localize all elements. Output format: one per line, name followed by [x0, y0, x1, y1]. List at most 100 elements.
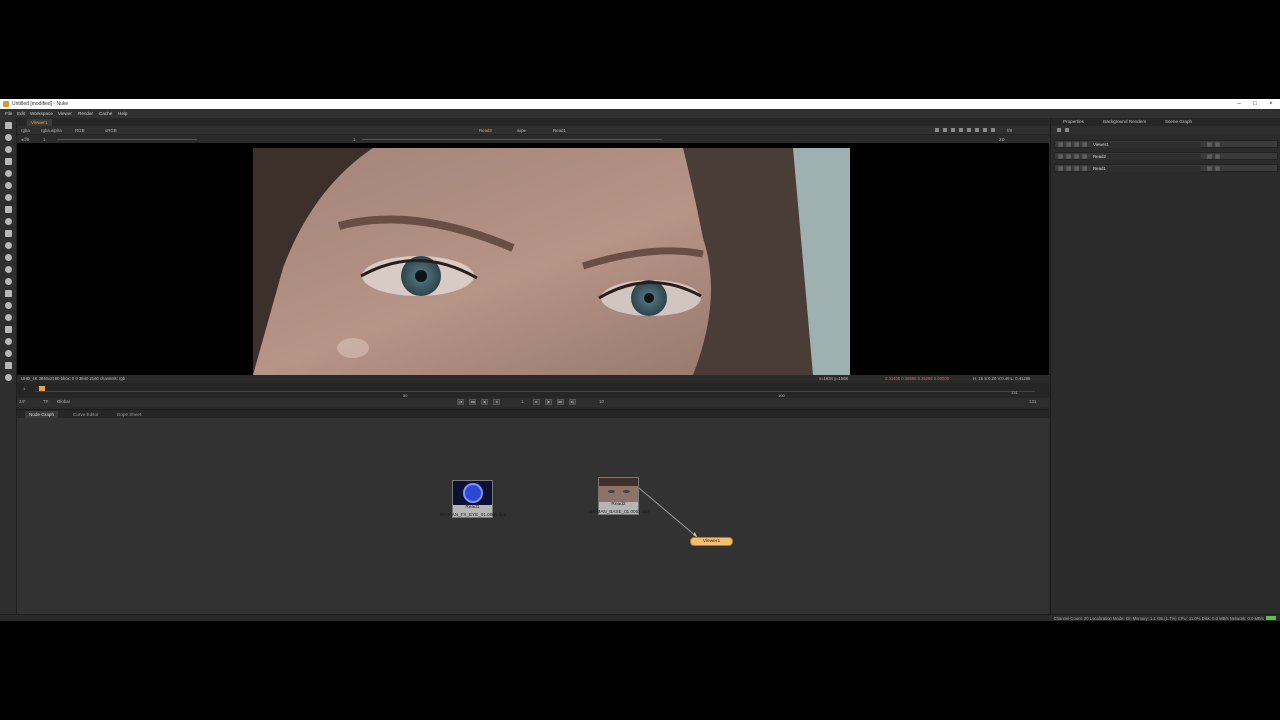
views-tool-icon[interactable] [5, 242, 12, 249]
tab-node-graph[interactable]: Node Graph [25, 411, 59, 418]
mask-icon[interactable] [959, 128, 963, 132]
input-b-select[interactable]: Read1 [553, 128, 566, 133]
tf-select[interactable]: TF [43, 399, 48, 404]
frame-step[interactable]: 10 [599, 399, 604, 404]
tab-properties[interactable]: Properties [1063, 119, 1084, 124]
gain-value[interactable]: 1 [43, 137, 45, 142]
range-select[interactable]: Global [57, 399, 70, 404]
last-frame-button[interactable]: ▸| [569, 399, 576, 405]
menu-file[interactable]: File [5, 111, 12, 116]
play-backward-button[interactable]: ◂ [493, 399, 500, 405]
help-icon[interactable] [1207, 142, 1212, 147]
3d-tool-icon[interactable] [5, 230, 12, 237]
gain-slider[interactable] [57, 139, 197, 140]
help-icon[interactable] [1207, 154, 1212, 159]
cara-tool-icon[interactable] [5, 350, 12, 357]
refresh-icon[interactable] [983, 128, 987, 132]
menu-edit[interactable]: Edit [17, 111, 25, 116]
node-graph[interactable]: Read1 WOMAN_FX_EYE_01.0001.dpx Read2 WOM… [17, 418, 1049, 614]
color-tool-icon[interactable] [5, 170, 12, 177]
other-tool-icon[interactable] [5, 278, 12, 285]
view-mode-select[interactable]: 2D [999, 137, 1005, 142]
node-color-icon[interactable] [1066, 166, 1071, 171]
properties-panel-viewer1[interactable]: Viewer1 [1054, 140, 1278, 148]
grid-icon[interactable] [967, 128, 971, 132]
input-a-select[interactable]: Read2 [479, 128, 492, 133]
channels-select[interactable]: rgba [21, 128, 30, 133]
playhead[interactable] [39, 386, 45, 391]
menu-help[interactable]: Help [118, 111, 127, 116]
transform-tool-icon[interactable] [5, 218, 12, 225]
keyer-tool-icon[interactable] [5, 194, 12, 201]
image-tool-icon[interactable] [5, 122, 12, 129]
properties-panel-read1[interactable]: Read1 [1054, 164, 1278, 172]
next-frame-button[interactable]: |▸ [545, 399, 552, 405]
tab-dope-sheet[interactable]: Dope Sheet [113, 411, 145, 418]
airmanager-tool-icon[interactable] [5, 338, 12, 345]
out-frame[interactable]: 131 [1029, 399, 1036, 404]
particles-tool-icon[interactable] [5, 314, 12, 321]
gamma-slider[interactable] [362, 139, 662, 140]
prev-frame-button[interactable]: ◂| [481, 399, 488, 405]
menu-render[interactable]: Render [78, 111, 93, 116]
collapse-icon[interactable] [1058, 142, 1063, 147]
furnace-tool-icon[interactable] [5, 290, 12, 297]
channel-tool-icon[interactable] [5, 158, 12, 165]
node-color-icon[interactable] [1066, 154, 1071, 159]
tab-viewer1[interactable]: Viewer1 [27, 119, 52, 126]
close-button[interactable]: × [1266, 100, 1276, 108]
collapse-icon[interactable] [1058, 154, 1063, 159]
next-keyframe-button[interactable]: ▸▸ [557, 399, 564, 405]
center-icon[interactable] [1215, 166, 1220, 171]
minimize-button[interactable]: – [1234, 100, 1244, 108]
node-name-field[interactable]: Read1 [1091, 166, 1201, 172]
time-tool-icon[interactable] [5, 146, 12, 153]
gamma-value[interactable]: 1 [353, 137, 355, 142]
properties-panel-read2[interactable]: Read2 [1054, 152, 1278, 160]
collapse-icon[interactable] [1058, 166, 1063, 171]
max-panels-icon[interactable] [1057, 128, 1061, 132]
clip-icon[interactable] [943, 128, 947, 132]
current-frame[interactable]: 1 [521, 399, 523, 404]
lock-icon[interactable] [975, 128, 979, 132]
overlay-icon[interactable] [951, 128, 955, 132]
menu-workspace[interactable]: Workspace [30, 111, 53, 116]
center-icon[interactable] [1215, 142, 1220, 147]
help-icon[interactable] [1207, 166, 1212, 171]
center-icon[interactable] [1215, 154, 1220, 159]
menu-cache[interactable]: Cache [99, 111, 112, 116]
node-color-icon[interactable] [1066, 142, 1071, 147]
tab-scene-graph[interactable]: Scene Graph [1165, 119, 1192, 124]
viewer-viewport[interactable] [17, 143, 1049, 375]
colorspace-select[interactable]: RGB [75, 128, 85, 133]
float-icon[interactable] [1074, 154, 1079, 159]
prev-keyframe-button[interactable]: ◂◂ [469, 399, 476, 405]
view-transform-select[interactable]: sRGB [105, 128, 117, 133]
node-read2[interactable]: Read2 WOMAN_BASE_01.0001.dpx [589, 477, 649, 515]
metadata-tool-icon[interactable] [5, 254, 12, 261]
close-panel-icon[interactable] [1082, 142, 1087, 147]
draw-tool-icon[interactable] [5, 134, 12, 141]
maximize-button[interactable]: □ [1250, 100, 1260, 108]
node-name-field[interactable]: Viewer1 [1091, 142, 1201, 148]
play-forward-button[interactable]: ▸ [533, 399, 540, 405]
layer-select[interactable]: rgba.alpha [41, 128, 62, 133]
float-icon[interactable] [1074, 166, 1079, 171]
node-name-field[interactable]: Read2 [1091, 154, 1201, 160]
toolsets-tool-icon[interactable] [5, 266, 12, 273]
node-viewer1[interactable]: Viewer1 [690, 537, 733, 546]
filter-tool-icon[interactable] [5, 182, 12, 189]
first-frame-button[interactable]: |◂ [457, 399, 464, 405]
node-read1[interactable]: Read1 WOMAN_FX_EYE_01.0001.dpx [440, 480, 506, 518]
float-icon[interactable] [1074, 142, 1079, 147]
roi-icon[interactable] [935, 128, 939, 132]
ml-tool-icon[interactable] [5, 362, 12, 369]
ocio-tool-icon[interactable] [5, 302, 12, 309]
tab-background-renders[interactable]: Background Renders [1103, 119, 1146, 124]
timeline-ruler[interactable] [35, 391, 1035, 392]
settings-tool-icon[interactable] [5, 374, 12, 381]
close-panel-icon[interactable] [1082, 166, 1087, 171]
wipe-select[interactable]: wipe [517, 128, 526, 133]
close-panel-icon[interactable] [1082, 154, 1087, 159]
deep-tool-icon[interactable] [5, 326, 12, 333]
